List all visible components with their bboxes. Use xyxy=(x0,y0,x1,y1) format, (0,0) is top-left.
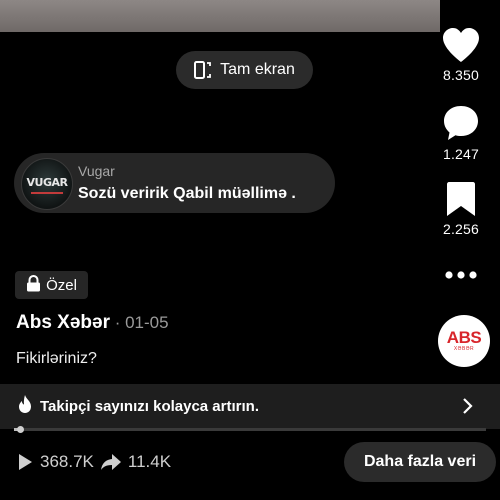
comment-button[interactable]: 1.247 xyxy=(430,104,492,162)
post-author[interactable]: Abs Xəbər xyxy=(16,312,110,333)
lock-icon xyxy=(26,274,41,296)
like-count: 8.350 xyxy=(442,67,480,83)
brand-logo: ABS xyxy=(446,328,482,347)
avatar-text: VUGAR xyxy=(26,176,68,189)
save-count: 2.256 xyxy=(442,221,480,237)
play-icon xyxy=(16,453,34,471)
video-progress-bar[interactable] xyxy=(14,426,486,433)
private-badge: Özel xyxy=(15,271,88,299)
avatar-accent-line xyxy=(31,192,63,194)
comment-count: 1.247 xyxy=(442,146,480,162)
video-progress-handle[interactable] xyxy=(16,426,24,433)
comment-avatar[interactable]: VUGAR xyxy=(21,158,73,210)
fullscreen-icon xyxy=(194,60,212,80)
more-dots-icon xyxy=(430,270,492,280)
promo-banner[interactable]: Takipçi sayınızı kolayca artırın. xyxy=(0,384,500,429)
share-icon xyxy=(100,453,122,471)
pinned-comment[interactable]: VUGAR Vugar Sozü veririk Qabil müəllimə … xyxy=(14,153,335,213)
post-caption: Fikirləriniz? xyxy=(16,350,97,367)
heart-icon xyxy=(430,27,492,63)
post-author-row: Abs Xəbər · 01-05 xyxy=(16,312,169,333)
video-frame-top[interactable] xyxy=(0,0,440,32)
like-button[interactable]: 8.350 xyxy=(430,27,492,83)
promo-text: Takipçi sayınızı kolayca artırın. xyxy=(40,398,259,415)
private-label: Özel xyxy=(46,276,77,294)
chevron-right-icon xyxy=(462,397,474,420)
post-date: 01-05 xyxy=(125,313,169,332)
more-data-button[interactable]: Daha fazla veri xyxy=(344,442,496,482)
more-options-button[interactable] xyxy=(430,270,492,280)
view-count: 368.7K xyxy=(40,452,94,471)
share-count: 11.4K xyxy=(127,452,172,471)
flame-icon xyxy=(16,394,34,419)
brand-avatar[interactable]: ABS XƏBƏR xyxy=(438,315,490,367)
brand-logo-sub: XƏBƏR xyxy=(453,346,475,352)
comment-text: Sozü veririk Qabil müəllimə . xyxy=(78,185,296,202)
bookmark-icon xyxy=(430,181,492,217)
comment-bubble-icon xyxy=(430,104,492,142)
post-stats: 368.7K 11.4K xyxy=(16,450,171,474)
fullscreen-label: Tam ekran xyxy=(220,61,295,78)
save-button[interactable]: 2.256 xyxy=(430,181,492,237)
fullscreen-button[interactable]: Tam ekran xyxy=(176,51,313,89)
comment-author: Vugar xyxy=(78,163,115,179)
